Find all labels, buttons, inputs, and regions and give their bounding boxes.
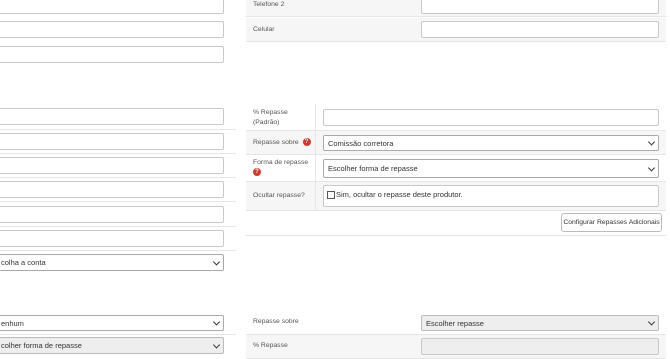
telefone2-label: Telefone 2 (253, 1, 285, 8)
ocultar-repasse-box: Sim, ocultar o repasse deste produtor. (323, 185, 659, 207)
column-divider (315, 155, 316, 181)
celular-label: Celular (253, 26, 275, 33)
bottom-percent-repasse-input[interactable] (421, 338, 659, 355)
nenhum-select[interactable]: enhum (0, 315, 224, 331)
left-input-5[interactable] (0, 133, 224, 150)
nenhum-select-value: enhum (1, 319, 24, 328)
configurar-repasses-button[interactable]: Configurar Repasses Adicionais (561, 213, 662, 232)
column-divider (315, 182, 316, 210)
bottom-percent-repasse-label: % Repasse (253, 342, 288, 349)
percent-repasse-label-line1: % Repasse (253, 109, 288, 116)
forma-repasse-value: Escolher forma de repasse (328, 164, 418, 173)
ocultar-repasse-checkbox[interactable] (327, 191, 335, 200)
column-divider (315, 104, 316, 130)
left-input-7[interactable] (0, 181, 224, 198)
repasse-sobre-row: Repasse sobre ? Comissão corretora (246, 131, 666, 155)
left-input-1[interactable] (0, 0, 224, 14)
repasse-sobre-label: Repasse sobre ? (253, 138, 311, 148)
bottom-repasse-sobre-row: Repasse sobre Escolher repasse (246, 311, 666, 335)
left-divider (0, 177, 236, 178)
forma-repasse-label-text: Forma de repasse (253, 159, 309, 166)
column-divider (315, 131, 316, 154)
bottom-repasse-sobre-select[interactable]: Escolher repasse (421, 315, 659, 331)
left-input-9[interactable] (0, 230, 224, 247)
bottom-repasse-sobre-value: Escolher repasse (426, 319, 484, 328)
bottom-percent-repasse-row: % Repasse (246, 335, 666, 359)
left-divider (0, 153, 236, 154)
conta-select[interactable]: colha a conta (0, 254, 224, 271)
left-input-4[interactable] (0, 108, 224, 125)
repasse-section-divider (246, 235, 666, 236)
celular-input[interactable] (421, 21, 659, 38)
help-icon[interactable]: ? (253, 168, 261, 177)
forma-repasse-label: Forma de repasse ? (253, 158, 308, 178)
ocultar-repasse-label: Ocultar repasse? (253, 192, 305, 199)
telefone2-row: Telefone 2 (246, 0, 666, 17)
conta-select-value: colha a conta (1, 258, 46, 267)
chevron-down-icon (212, 340, 221, 349)
forma-repasse-select[interactable]: Escolher forma de repasse (323, 159, 659, 178)
help-icon[interactable]: ? (302, 138, 311, 147)
left-input-8[interactable] (0, 206, 224, 223)
celular-row: Celular (246, 18, 666, 42)
bottom-repasse-sobre-label: Repasse sobre (253, 318, 299, 325)
chevron-down-icon (212, 318, 221, 326)
left-divider (0, 226, 236, 227)
forma-repasse-row: Forma de repasse ? Escolher forma de rep… (246, 155, 666, 182)
ocultar-repasse-row: Ocultar repasse? Sim, ocultar o repasse … (246, 182, 666, 211)
ocultar-repasse-text: Sim, ocultar o repasse deste produtor. (336, 190, 463, 199)
left-divider (0, 334, 236, 335)
chevron-down-icon (647, 318, 656, 326)
percent-repasse-label-line2: (Padrão) (253, 119, 280, 126)
left-forma-repasse-select[interactable]: colher forma de repasse (0, 337, 224, 354)
chevron-down-icon (647, 163, 656, 172)
left-input-3[interactable] (0, 46, 224, 63)
percent-repasse-row: % Repasse (Padrão) (246, 104, 666, 131)
left-divider (0, 129, 236, 130)
left-forma-select-value: colher forma de repasse (1, 341, 82, 350)
chevron-down-icon (212, 257, 221, 266)
repasse-sobre-select[interactable]: Comissão corretora (323, 135, 659, 151)
percent-repasse-input[interactable] (323, 109, 659, 126)
telefone2-input[interactable] (421, 0, 659, 14)
left-divider (0, 201, 236, 202)
chevron-down-icon (647, 138, 656, 146)
repasse-sobre-label-text: Repasse sobre (253, 139, 299, 146)
percent-repasse-label: % Repasse (Padrão) (253, 108, 288, 128)
left-divider (0, 250, 236, 251)
left-input-6[interactable] (0, 157, 224, 174)
repasse-sobre-value: Comissão corretora (328, 139, 394, 148)
left-input-2[interactable] (0, 21, 224, 38)
